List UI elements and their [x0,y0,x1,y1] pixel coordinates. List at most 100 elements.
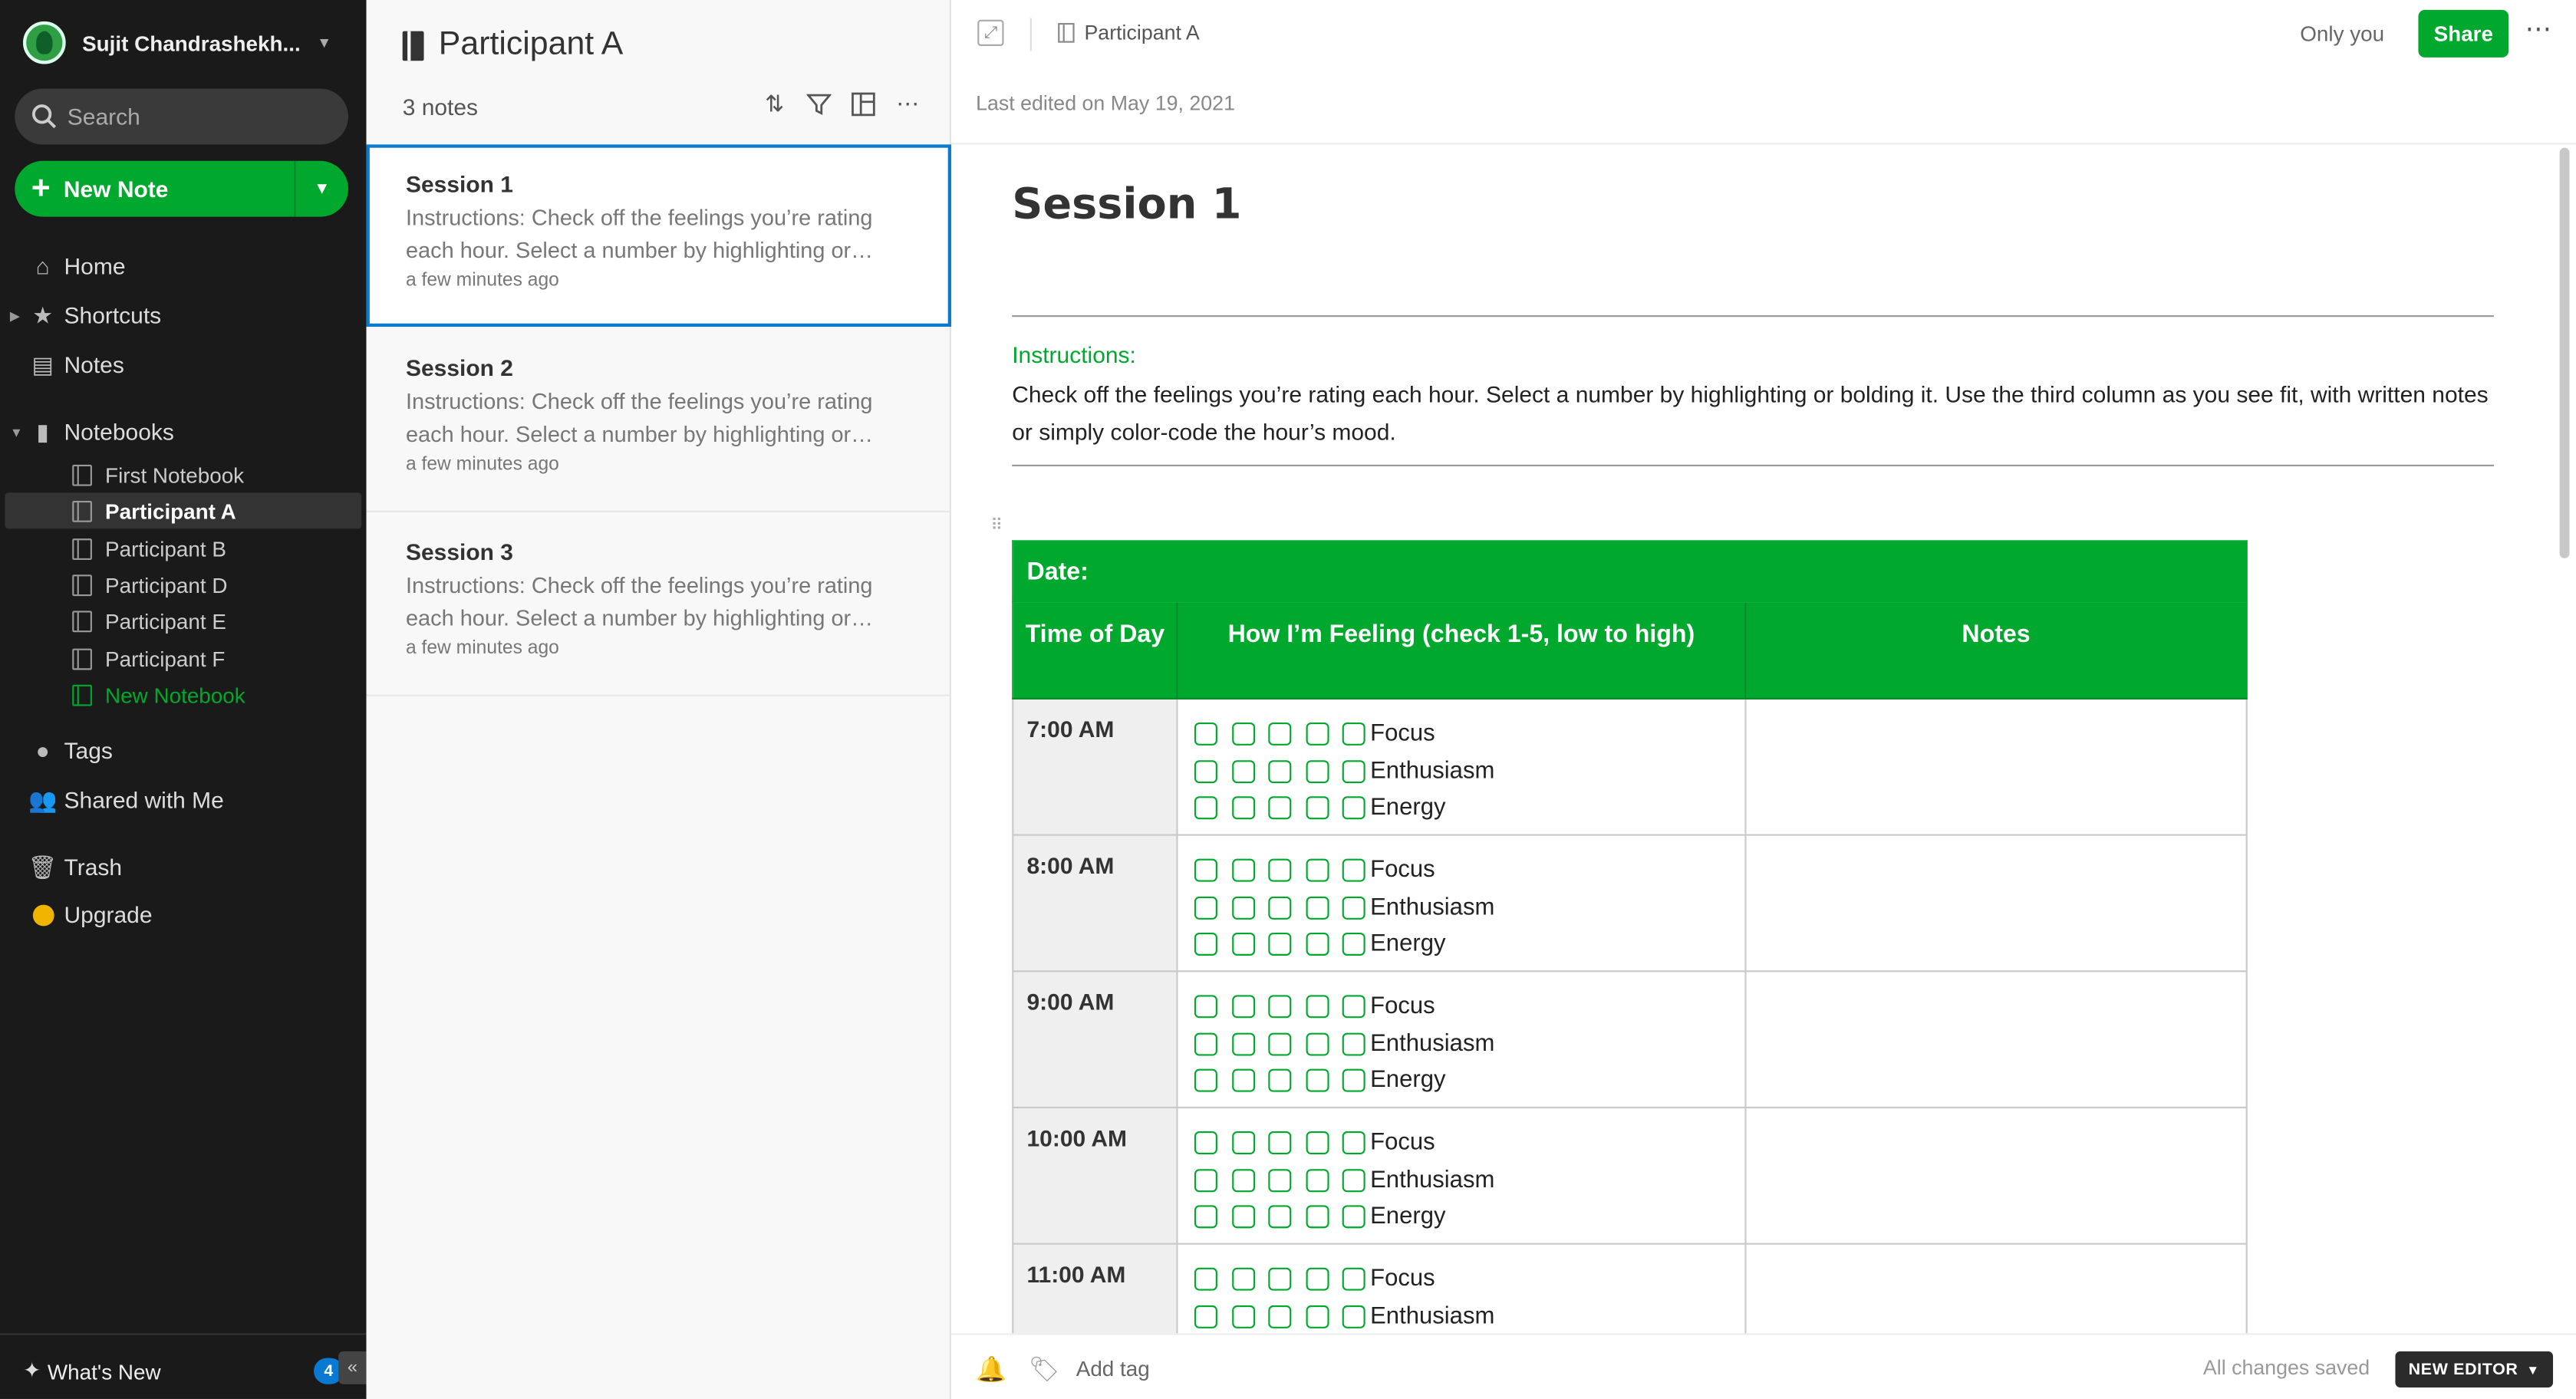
note-card[interactable]: Session 3 Instructions: Check off the fe… [366,512,951,696]
checkbox[interactable] [1194,896,1217,920]
share-button[interactable]: Share [2418,9,2509,58]
checkbox[interactable] [1194,1032,1217,1055]
bell-icon[interactable]: 🔔 [976,1355,1006,1384]
checkbox[interactable] [1268,859,1292,883]
checkbox[interactable] [1231,1032,1255,1055]
checkbox[interactable] [1231,1131,1255,1155]
checkbox[interactable] [1231,1268,1255,1292]
view-options-icon[interactable] [849,91,877,118]
filter-icon[interactable] [805,91,832,118]
notes-cell[interactable] [1744,834,2248,973]
expand-icon[interactable]: ⤢ [977,19,1004,46]
checkbox[interactable] [1194,1069,1217,1093]
checkbox[interactable] [1342,859,1365,883]
checkbox[interactable] [1305,1131,1329,1155]
notebook-item[interactable]: Participant E [5,603,361,639]
checkbox[interactable] [1231,995,1255,1019]
checkbox[interactable] [1194,759,1217,783]
drag-handle-icon[interactable]: ⠿ [990,517,1003,535]
notebook-item[interactable]: Participant F [5,640,361,676]
checkbox[interactable] [1231,1205,1255,1229]
checkbox[interactable] [1268,1205,1292,1229]
new-notebook-button[interactable]: New Notebook [5,676,361,713]
collapse-arrow-icon[interactable]: ▼ [10,424,23,439]
checkbox[interactable] [1231,796,1255,820]
checkbox[interactable] [1268,759,1292,783]
checkbox[interactable] [1268,1032,1292,1055]
checkbox[interactable] [1268,1268,1292,1292]
checkbox[interactable] [1342,1305,1365,1328]
checkbox[interactable] [1305,859,1329,883]
notebook-item[interactable]: Participant D [5,567,361,603]
new-note-options-button[interactable]: ▼ [294,160,348,217]
time-cell[interactable]: 9:00 AM [1012,970,1178,1109]
checkbox[interactable] [1231,1305,1255,1328]
checkbox[interactable] [1231,933,1255,956]
checkbox[interactable] [1194,1268,1217,1292]
notebook-item-selected[interactable]: Participant A [5,492,362,529]
checkbox[interactable] [1305,796,1329,820]
checkbox[interactable] [1194,933,1217,956]
checkbox[interactable] [1342,995,1365,1019]
checkbox[interactable] [1305,995,1329,1019]
checkbox[interactable] [1305,933,1329,956]
note-card-selected[interactable]: Session 1 Instructions: Check off the fe… [366,144,951,328]
checkbox[interactable] [1305,1305,1329,1328]
collapse-sidebar-button[interactable]: « [338,1351,367,1384]
checkbox[interactable] [1342,896,1365,920]
date-cell[interactable]: Date: [1012,540,2248,603]
whats-new-button[interactable]: ✦ What's New [23,1358,161,1384]
note-title[interactable]: Session 1 [1012,180,1241,229]
checkbox[interactable] [1268,1069,1292,1093]
visibility-status[interactable]: Only you [2300,21,2384,46]
checkbox[interactable] [1194,723,1217,746]
note-card[interactable]: Session 2 Instructions: Check off the fe… [366,328,951,512]
sidebar-item-shortcuts[interactable]: ▶ ★ Shortcuts [0,295,367,334]
checkbox[interactable] [1268,933,1292,956]
checkbox[interactable] [1231,859,1255,883]
notebook-item[interactable]: Participant B [5,530,361,566]
notes-cell[interactable] [1744,970,2248,1109]
checkbox[interactable] [1342,1069,1365,1093]
sidebar-item-tags[interactable]: ● Tags [0,731,367,770]
checkbox[interactable] [1194,1131,1217,1155]
sidebar-item-shared[interactable]: 👥 Shared with Me [0,780,367,819]
checkbox[interactable] [1268,796,1292,820]
more-icon[interactable]: ⋯ [894,91,921,118]
add-tag-button[interactable]: Add tag [1076,1356,1150,1381]
search-input[interactable] [67,103,331,130]
checkbox[interactable] [1342,1205,1365,1229]
checkbox[interactable] [1305,896,1329,920]
checkbox[interactable] [1231,723,1255,746]
checkbox[interactable] [1194,1305,1217,1328]
checkbox[interactable] [1342,1131,1365,1155]
checkbox[interactable] [1194,859,1217,883]
notes-cell[interactable] [1744,697,2248,836]
breadcrumb[interactable]: Participant A [1058,21,1200,44]
checkbox[interactable] [1231,1069,1255,1093]
checkbox[interactable] [1194,796,1217,820]
checkbox[interactable] [1342,1032,1365,1055]
time-cell[interactable]: 10:00 AM [1012,1106,1178,1245]
sort-icon[interactable]: ⇅ [761,91,789,118]
checkbox[interactable] [1268,1168,1292,1192]
checkbox[interactable] [1342,796,1365,820]
sidebar-item-notebooks[interactable]: ▼ ▮ Notebooks [0,412,367,451]
checkbox[interactable] [1305,759,1329,783]
checkbox[interactable] [1231,1168,1255,1192]
scrollbar[interactable] [2559,147,2570,558]
checkbox[interactable] [1268,995,1292,1019]
account-switcher[interactable]: Sujit Chandrashekh... ▼ [22,20,331,66]
checkbox[interactable] [1268,896,1292,920]
checkbox[interactable] [1342,933,1365,956]
checkbox[interactable] [1342,723,1365,746]
checkbox[interactable] [1305,1268,1329,1292]
checkbox[interactable] [1268,1131,1292,1155]
checkbox[interactable] [1231,759,1255,783]
expand-arrow-icon[interactable]: ▶ [10,308,20,322]
editor-toggle-button[interactable]: NEW EDITOR ▼ [2395,1351,2554,1387]
checkbox[interactable] [1194,1168,1217,1192]
checkbox[interactable] [1305,1069,1329,1093]
checkbox[interactable] [1342,1168,1365,1192]
sidebar-item-home[interactable]: ⌂ Home [0,246,367,285]
